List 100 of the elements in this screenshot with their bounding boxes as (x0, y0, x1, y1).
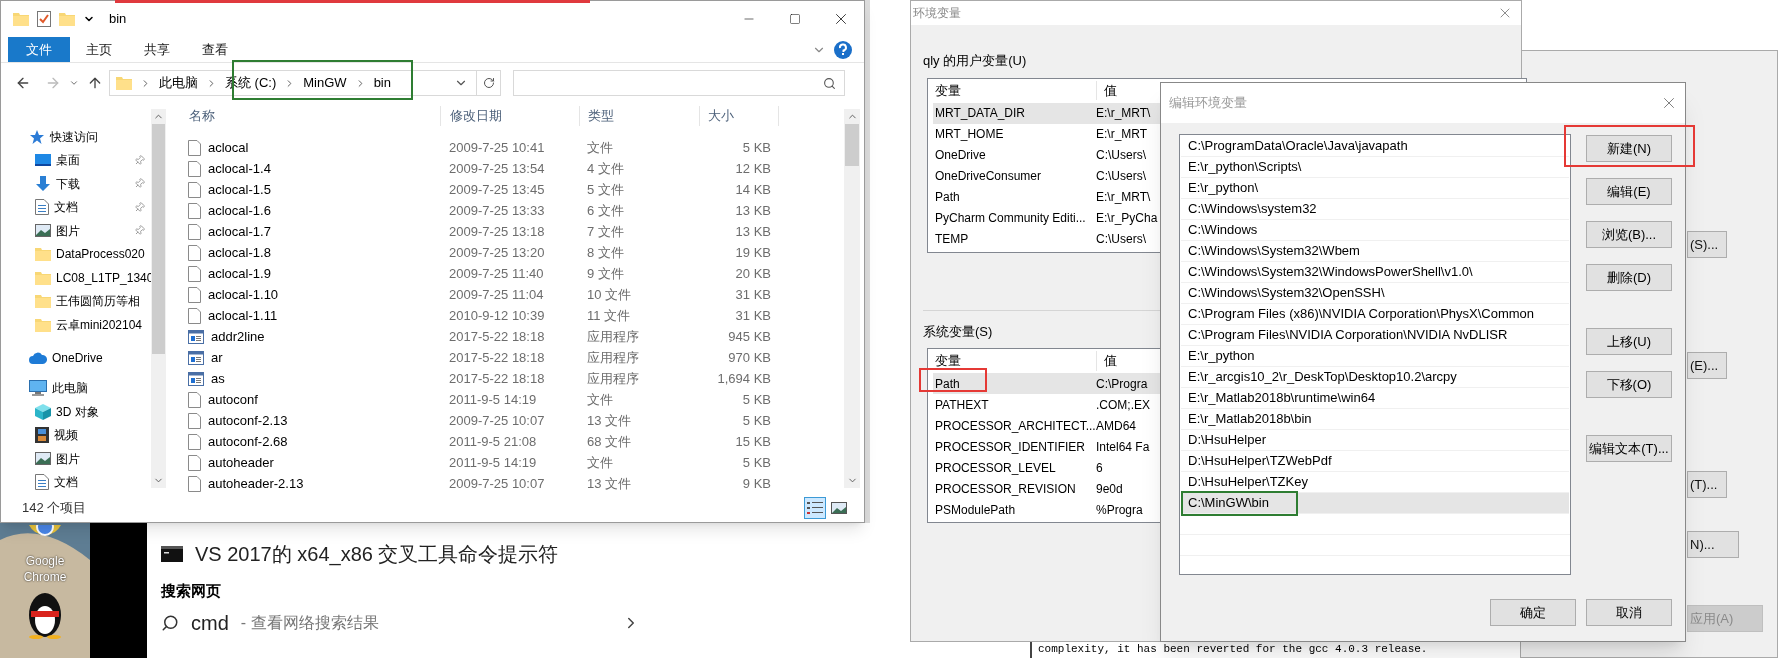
file-row[interactable]: aclocal-1.8 2009-7-25 13:20 8 文件 19 KB (174, 242, 844, 263)
column-header[interactable]: 变量 (928, 351, 1096, 371)
action-button[interactable]: 删除(D) (1586, 264, 1672, 291)
type-cell-text: 11 文件 (586, 306, 632, 325)
forward-icon[interactable] (45, 75, 61, 91)
nav-item[interactable]: OneDrive (1, 345, 151, 370)
scroll-thumb[interactable] (152, 124, 165, 354)
breadcrumb[interactable]: 此电脑 (159, 73, 198, 93)
file-row[interactable]: addr2line 2017-5-22 18:18 应用程序 945 KB (174, 326, 844, 347)
file-name: aclocal-1.7 (208, 222, 271, 241)
back-icon[interactable] (15, 75, 31, 91)
nav-item[interactable]: DataProcess020 (1, 242, 151, 267)
ribbon-tab[interactable]: 主页 (70, 37, 128, 62)
nav-item[interactable]: 图片 (1, 219, 151, 243)
file-row[interactable]: autoheader 2011-9-5 14:19 文件 5 KB (174, 452, 844, 473)
result-title: VS 2017的 x64_x86 交叉工具命令提示符 (195, 542, 559, 568)
file-row[interactable]: aclocal 2009-7-25 10:41 文件 5 KB (174, 137, 844, 158)
path-item[interactable]: D:\HsuHelper\TZWebPdf (1181, 451, 1569, 472)
type-cell-text: 13 文件 (586, 474, 633, 493)
path-item[interactable]: C:\MinGW\bin (1181, 493, 1569, 514)
file-row[interactable]: autoconf 2011-9-5 14:19 文件 5 KB (174, 389, 844, 410)
column-header[interactable]: 变量 (928, 80, 1096, 101)
nav-item[interactable]: 云卓mini202104 (1, 313, 151, 337)
path-item[interactable]: E:\r_Matlab2018b\runtime\win64 (1181, 388, 1569, 409)
ribbon-tab[interactable]: 文件 (8, 37, 70, 62)
path-item[interactable]: C:\Windows (1181, 220, 1569, 241)
action-button[interactable]: 新建(N) (1586, 135, 1672, 162)
nav-item[interactable]: 快速访问 (1, 125, 151, 149)
nav-item[interactable]: 3D 对象 (1, 399, 151, 424)
nav-item[interactable]: 图片 (1, 446, 151, 471)
file-row[interactable]: aclocal-1.4 2009-7-25 13:54 4 文件 12 KB (174, 158, 844, 179)
recent-icon[interactable] (69, 78, 79, 88)
action-button[interactable]: 上移(U) (1586, 328, 1672, 355)
nav-item[interactable]: 王伟圆简历等相 (1, 289, 151, 314)
file-row[interactable]: autoconf-2.13 2009-7-25 10:07 13 文件 5 KB (174, 410, 844, 431)
file-row[interactable]: aclocal-1.5 2009-7-25 13:45 5 文件 14 KB (174, 179, 844, 200)
ok-button[interactable]: 确定 (1490, 599, 1576, 626)
file-row[interactable]: as 2017-5-22 18:18 应用程序 1,694 KB (174, 368, 844, 389)
column-header[interactable]: 类型 (579, 106, 699, 126)
path-item[interactable]: E:\r_python (1181, 346, 1569, 367)
breadcrumb[interactable]: bin (373, 73, 391, 93)
path-item[interactable]: C:\Windows\System32\Wbem (1181, 241, 1569, 262)
action-button[interactable]: 编辑文本(T)... (1586, 435, 1672, 462)
breadcrumb[interactable]: MinGW (303, 73, 347, 93)
nav-item[interactable]: LC08_L1TP_1340 (1, 266, 151, 290)
column-header[interactable]: 名称 (174, 106, 440, 126)
action-button[interactable]: 编辑(E) (1586, 178, 1672, 205)
web-search-item[interactable]: cmd - 查看网络搜索结果 (161, 602, 640, 643)
dialog-button[interactable]: (E)... (1687, 352, 1727, 379)
nav-item[interactable]: 下载 (1, 172, 151, 196)
path-item[interactable]: E:\r_arcgis10_2\r_DeskTop\Desktop10.2\arcpy (1181, 367, 1569, 388)
file-row[interactable]: aclocal-1.9 2009-7-25 11:40 9 文件 20 KB (174, 263, 844, 284)
details-view-button[interactable] (804, 497, 826, 519)
up-icon[interactable] (87, 75, 103, 91)
scrollbar[interactable] (844, 109, 860, 488)
file-row[interactable]: autoheader-2.13 2009-7-25 10:07 13 文件 9 KB (174, 473, 844, 494)
nav-item[interactable]: 文档 (1, 195, 151, 220)
path-item[interactable]: C:\Windows\system32 (1181, 199, 1569, 220)
path-item[interactable]: D:\HsuHelper (1181, 430, 1569, 451)
search-field[interactable] (513, 70, 845, 96)
column-header[interactable]: 值 (1096, 80, 1117, 101)
date-cell-text: 2009-7-25 10:07 (448, 474, 546, 493)
nav-label: 图片 (56, 450, 80, 468)
ribbon-tab[interactable]: 查看 (186, 37, 244, 62)
file-row[interactable]: ar 2017-5-22 18:18 应用程序 970 KB (174, 347, 844, 368)
nav-item[interactable]: 桌面 (1, 148, 151, 173)
file-row[interactable]: aclocal-1.11 2010-9-12 10:39 11 文件 31 KB (174, 305, 844, 326)
nav-label: 图片 (56, 222, 80, 240)
path-item[interactable]: C:\Windows\System32\WindowsPowerShell\v1.0\ (1181, 262, 1569, 283)
cancel-button[interactable]: 取消 (1586, 599, 1672, 626)
column-header[interactable]: 修改日期 (440, 106, 579, 126)
nav-label: LC08_L1TP_1340 (56, 269, 154, 287)
action-button[interactable]: 下移(O) (1586, 371, 1672, 398)
column-header[interactable]: 大小 (699, 106, 779, 126)
nav-item[interactable]: 视频 (1, 423, 151, 447)
file-row[interactable]: aclocal-1.6 2009-7-25 13:33 6 文件 13 KB (174, 200, 844, 221)
scrollbar[interactable] (151, 109, 166, 488)
file-row[interactable]: aclocal-1.7 2009-7-25 13:18 7 文件 13 KB (174, 221, 844, 242)
folder-icon (35, 318, 51, 332)
action-button[interactable]: 浏览(B)... (1586, 221, 1672, 248)
nav-item[interactable]: 此电脑 (1, 376, 151, 400)
scroll-thumb[interactable] (845, 124, 859, 166)
file-row[interactable]: autoconf-2.68 2011-9-5 21:08 68 文件 15 KB (174, 431, 844, 452)
path-item[interactable]: E:\r_python\ (1181, 178, 1569, 199)
path-item[interactable]: C:\Windows\System32\OpenSSH\ (1181, 283, 1569, 304)
refresh-icon[interactable] (482, 77, 495, 89)
dialog-button[interactable]: (S)... (1687, 231, 1727, 258)
dialog-button[interactable]: (T)... (1687, 471, 1727, 498)
result-item[interactable]: VS 2017的 x64_x86 交叉工具命令提示符 (161, 531, 870, 577)
search-hint: - 查看网络搜索结果 (240, 612, 379, 633)
path-item[interactable]: C:\Program Files\NVIDIA Corporation\NVIDIA NvDLISR (1181, 325, 1569, 346)
path-item[interactable]: C:\Program Files (x86)\NVIDIA Corporation\PhysX\Common (1181, 304, 1569, 325)
dialog-button[interactable]: N)... (1687, 531, 1739, 558)
ribbon-tab[interactable]: 共享 (128, 37, 186, 62)
nav-label: 王伟圆简历等相 (56, 293, 140, 311)
path-item[interactable]: E:\r_Matlab2018b\bin (1181, 409, 1569, 430)
nav-item[interactable]: 文档 (1, 470, 151, 494)
help-icon[interactable] (834, 40, 852, 59)
file-row[interactable]: aclocal-1.10 2009-7-25 11:04 10 文件 31 KB (174, 284, 844, 305)
column-header[interactable]: 值 (1096, 351, 1117, 371)
